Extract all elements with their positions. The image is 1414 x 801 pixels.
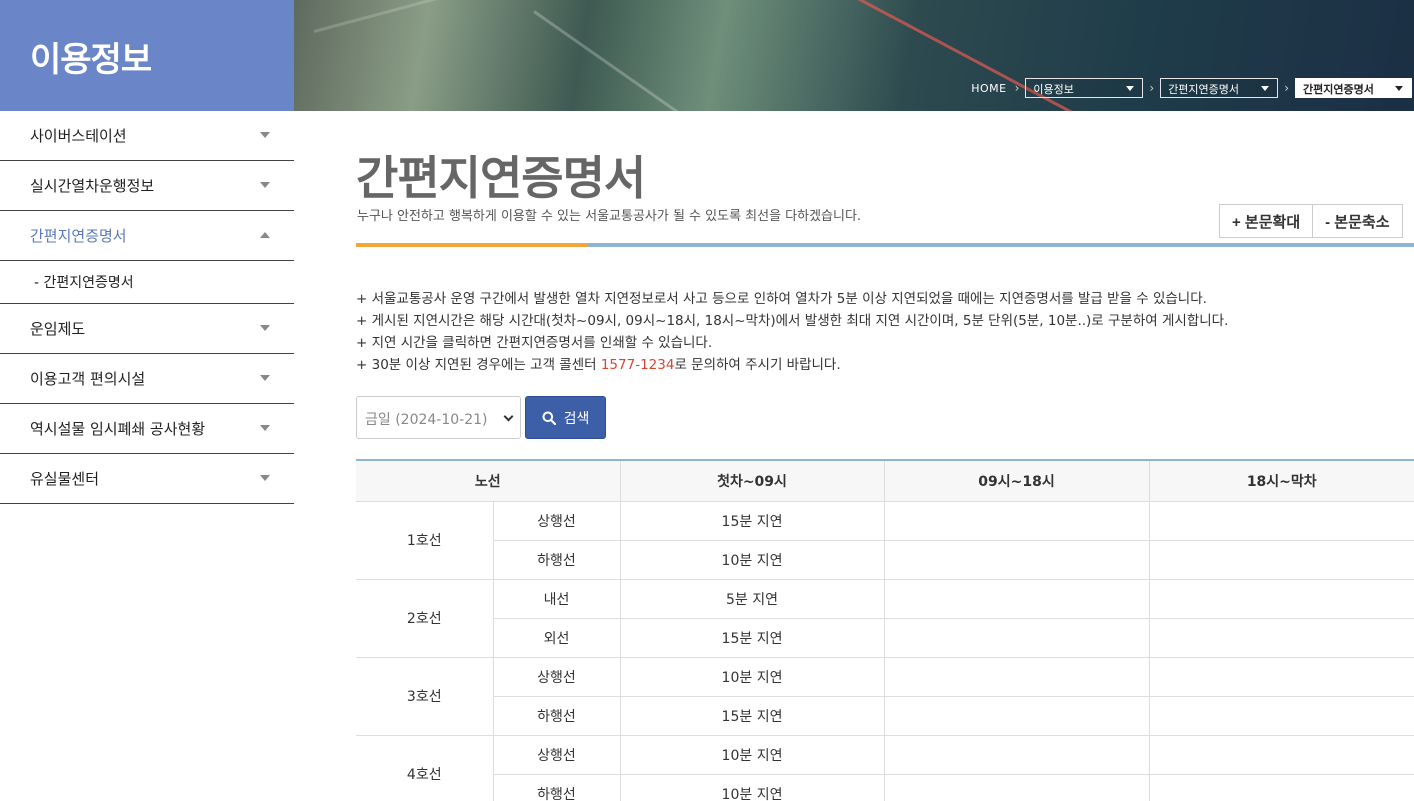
triangle-down-icon <box>260 375 270 381</box>
delay-cell <box>883 696 1149 736</box>
text-zoom-controls: + 본문확대 - 본문축소 <box>1219 204 1403 238</box>
delay-link[interactable]: 15분 지연 <box>619 618 884 658</box>
table-row: 4호선 상행선 10분 지연 <box>356 735 1414 801</box>
sidebar-item-delay-certificate[interactable]: 간편지연증명서 <box>0 211 294 261</box>
direction-cell: 상행선 <box>492 501 620 541</box>
delay-cell <box>1148 540 1414 580</box>
page-title: 간편지연증명서 <box>356 151 646 205</box>
search-icon <box>542 411 556 425</box>
direction-cell: 하행선 <box>492 696 620 736</box>
sidebar-item-fare[interactable]: 운임제도 <box>0 304 294 354</box>
line-cell: 1호선 <box>356 501 493 580</box>
triangle-down-icon <box>260 425 270 431</box>
note-line: + 지연 시간을 클릭하면 간편지연증명서를 인쇄할 수 있습니다. <box>356 335 713 351</box>
triangle-up-icon <box>260 232 270 238</box>
breadcrumb-separator-icon: › <box>1149 81 1155 95</box>
callcenter-phone: 1577-1234 <box>600 357 675 373</box>
breadcrumb-home[interactable]: HOME <box>971 82 1006 95</box>
delay-cell <box>1148 696 1414 736</box>
delay-link[interactable]: 15분 지연 <box>619 696 884 736</box>
sidebar-item-closure-status[interactable]: 역시설물 임시폐쇄 공사현황 <box>0 404 294 454</box>
note-line: + 30분 이상 지연된 경우에는 고객 콜센터 1577-1234로 문의하여… <box>356 357 841 373</box>
delay-link[interactable]: 10분 지연 <box>619 774 884 801</box>
table-row: 외선 15분 지연 <box>356 618 1414 658</box>
delay-cell <box>883 657 1149 697</box>
delay-link[interactable]: 10분 지연 <box>619 540 884 580</box>
sidebar-nav: 사이버스테이션 실시간열차운행정보 간편지연증명서 - 간편지연증명서 운임제도… <box>0 111 294 504</box>
sidebar-subitem-delay-certificate[interactable]: - 간편지연증명서 <box>0 261 294 304</box>
delay-cell <box>1148 501 1414 541</box>
delay-cell <box>883 540 1149 580</box>
delay-link[interactable]: 15분 지연 <box>619 501 884 541</box>
sidebar-item-facilities[interactable]: 이용고객 편의시설 <box>0 354 294 404</box>
caret-down-icon <box>1261 86 1270 91</box>
table-row: 하행선 10분 지연 <box>356 540 1414 580</box>
header-banner-image: HOME › 이용정보 › 간편지연증명서 › 간편지연증명서 <box>294 0 1414 111</box>
sidebar-item-cyber-station[interactable]: 사이버스테이션 <box>0 111 294 161</box>
caret-down-icon <box>1395 86 1403 91</box>
delay-cell <box>883 735 1149 775</box>
sidebar-item-lost-found[interactable]: 유실물센터 <box>0 454 294 504</box>
table-row: 하행선 10분 지연 <box>356 774 1414 801</box>
breadcrumb-select-level3[interactable]: 간편지연증명서 <box>1295 78 1412 98</box>
delay-link[interactable]: 5분 지연 <box>619 579 884 619</box>
header-18-to-last: 18시~막차 <box>1148 459 1414 502</box>
delay-cell <box>1148 579 1414 619</box>
triangle-down-icon <box>260 132 270 138</box>
info-notes: + 서울교통공사 운영 구간에서 발생한 열차 지연정보로서 사고 등으로 인하… <box>356 288 1228 376</box>
breadcrumb-select-level2[interactable]: 간편지연증명서 <box>1160 78 1279 98</box>
delay-cell <box>883 774 1149 801</box>
delay-cell <box>883 501 1149 541</box>
section-title: 이용정보 <box>30 40 152 80</box>
date-filter: 금일 (2024-10-21) 검색 <box>356 396 606 439</box>
date-select[interactable]: 금일 (2024-10-21) <box>356 396 521 439</box>
breadcrumb: HOME › 이용정보 › 간편지연증명서 › 간편지연증명서 <box>971 78 1412 98</box>
title-divider <box>356 243 1414 247</box>
direction-cell: 외선 <box>492 618 620 658</box>
delay-cell <box>1148 735 1414 775</box>
caret-down-icon <box>1126 86 1135 91</box>
table-row: 3호선 상행선 10분 지연 <box>356 657 1414 736</box>
delay-cell <box>883 618 1149 658</box>
breadcrumb-select-level1[interactable]: 이용정보 <box>1025 78 1144 98</box>
delay-link[interactable]: 10분 지연 <box>619 657 884 697</box>
header-09-to-18: 09시~18시 <box>883 459 1149 502</box>
direction-cell: 하행선 <box>492 774 620 801</box>
delay-cell <box>1148 774 1414 801</box>
table-row: 2호선 내선 5분 지연 <box>356 579 1414 658</box>
header-line: 노선 <box>356 459 620 502</box>
chevron-down-icon <box>503 411 514 422</box>
search-button[interactable]: 검색 <box>525 396 606 439</box>
note-line: + 게시된 지연시간은 해당 시간대(첫차~09시, 09시~18시, 18시~… <box>356 313 1229 329</box>
delay-cell <box>883 579 1149 619</box>
direction-cell: 내선 <box>492 579 620 619</box>
delay-cell <box>1148 657 1414 697</box>
line-cell: 3호선 <box>356 657 493 736</box>
direction-cell: 상행선 <box>492 735 620 775</box>
direction-cell: 하행선 <box>492 540 620 580</box>
triangle-down-icon <box>260 182 270 188</box>
table-row: 1호선 상행선 15분 지연 <box>356 501 1414 580</box>
line-cell: 2호선 <box>356 579 493 658</box>
line-cell: 4호선 <box>356 735 493 801</box>
note-line: + 서울교통공사 운영 구간에서 발생한 열차 지연정보로서 사고 등으로 인하… <box>356 291 1207 307</box>
triangle-down-icon <box>260 325 270 331</box>
triangle-down-icon <box>260 475 270 481</box>
sidebar-item-realtime-train[interactable]: 실시간열차운행정보 <box>0 161 294 211</box>
page-subtitle: 누구나 안전하고 행복하게 이용할 수 있는 서울교통공사가 될 수 있도록 최… <box>357 209 862 224</box>
table-row: 하행선 15분 지연 <box>356 696 1414 736</box>
header-first-to-09: 첫차~09시 <box>619 459 884 502</box>
breadcrumb-separator-icon: › <box>1014 81 1020 95</box>
zoom-in-button[interactable]: + 본문확대 <box>1219 204 1314 238</box>
breadcrumb-separator-icon: › <box>1284 81 1289 95</box>
zoom-out-button[interactable]: - 본문축소 <box>1313 204 1403 238</box>
delay-table: 노선 첫차~09시 09시~18시 18시~막차 1호선 상행선 15분 지연 … <box>356 459 1414 801</box>
delay-cell <box>1148 618 1414 658</box>
delay-link[interactable]: 10분 지연 <box>619 735 884 775</box>
section-title-box: 이용정보 <box>0 0 294 111</box>
direction-cell: 상행선 <box>492 657 620 697</box>
header: 이용정보 HOME › 이용정보 › 간편지연증명서 › 간편지연증명서 <box>0 0 1414 111</box>
